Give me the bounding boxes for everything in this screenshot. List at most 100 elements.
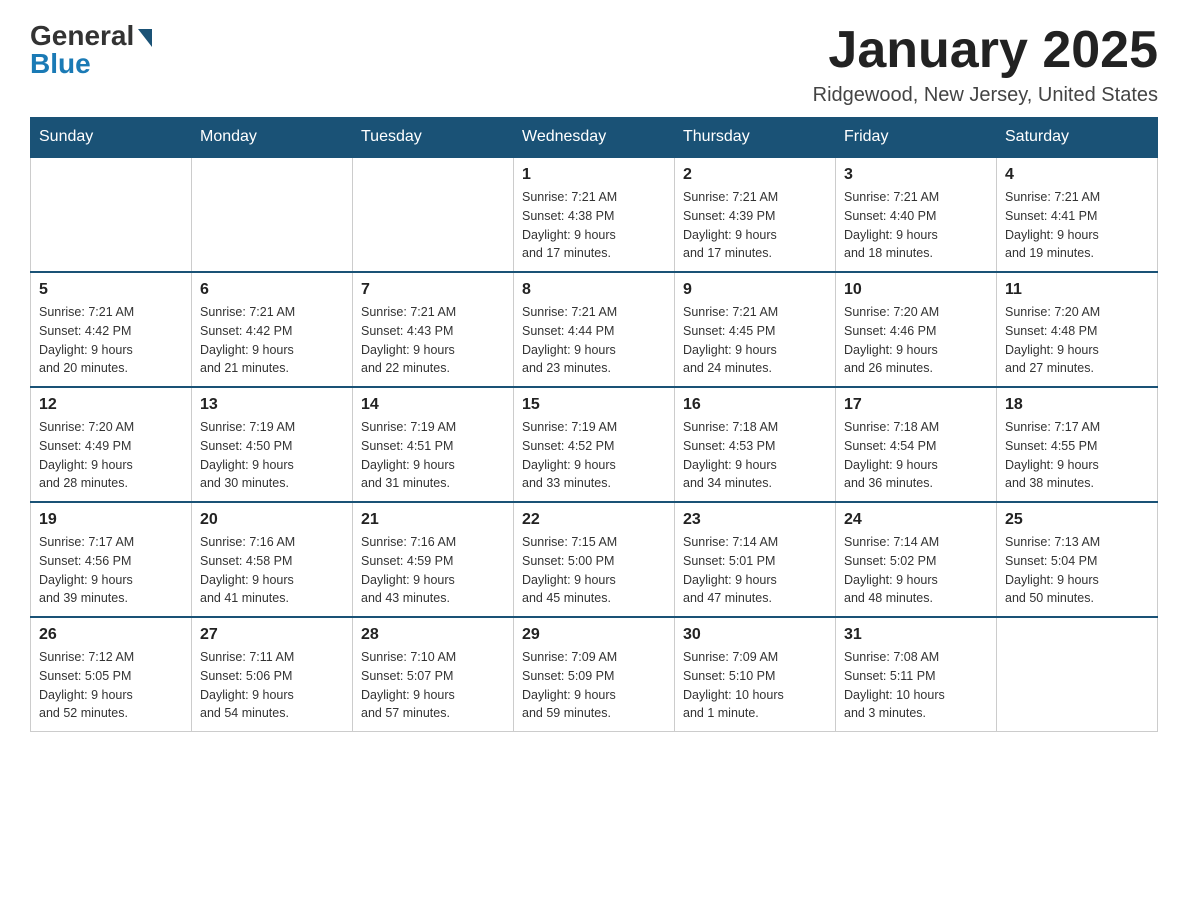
calendar-week-row: 12 Sunrise: 7:20 AM Sunset: 4:49 PM Dayli… — [31, 387, 1158, 502]
calendar-cell — [31, 157, 192, 272]
calendar-cell: 30 Sunrise: 7:09 AM Sunset: 5:10 PM Dayli… — [675, 617, 836, 732]
day-info: Sunrise: 7:11 AM Sunset: 5:06 PM Dayligh… — [200, 648, 344, 723]
day-number: 21 — [361, 511, 505, 529]
day-number: 1 — [522, 166, 666, 184]
calendar-cell: 29 Sunrise: 7:09 AM Sunset: 5:09 PM Dayli… — [514, 617, 675, 732]
day-info: Sunrise: 7:09 AM Sunset: 5:10 PM Dayligh… — [683, 648, 827, 723]
day-number: 12 — [39, 396, 183, 414]
day-info: Sunrise: 7:14 AM Sunset: 5:01 PM Dayligh… — [683, 533, 827, 608]
day-number: 15 — [522, 396, 666, 414]
day-number: 10 — [844, 281, 988, 299]
logo-blue-text: Blue — [30, 48, 91, 80]
day-info: Sunrise: 7:20 AM Sunset: 4:48 PM Dayligh… — [1005, 303, 1149, 378]
calendar-header-tuesday: Tuesday — [353, 118, 514, 158]
day-number: 24 — [844, 511, 988, 529]
calendar-cell — [192, 157, 353, 272]
day-info: Sunrise: 7:19 AM Sunset: 4:52 PM Dayligh… — [522, 418, 666, 493]
day-info: Sunrise: 7:21 AM Sunset: 4:45 PM Dayligh… — [683, 303, 827, 378]
location-text: Ridgewood, New Jersey, United States — [813, 84, 1158, 107]
calendar-cell: 13Sunrise: 7:19 AM Sunset: 4:50 PM Dayli… — [192, 387, 353, 502]
day-info: Sunrise: 7:14 AM Sunset: 5:02 PM Dayligh… — [844, 533, 988, 608]
day-info: Sunrise: 7:21 AM Sunset: 4:44 PM Dayligh… — [522, 303, 666, 378]
day-number: 29 — [522, 626, 666, 644]
calendar-header-sunday: Sunday — [31, 118, 192, 158]
calendar-cell: 11 Sunrise: 7:20 AM Sunset: 4:48 PM Dayli… — [997, 272, 1158, 387]
page-header: General Blue January 2025 Ridgewood, New… — [30, 20, 1158, 107]
calendar-cell: 23 Sunrise: 7:14 AM Sunset: 5:01 PM Dayli… — [675, 502, 836, 617]
day-info: Sunrise: 7:21 AM Sunset: 4:42 PM Dayligh… — [39, 303, 183, 378]
logo: General Blue — [30, 20, 152, 80]
calendar-cell: 4Sunrise: 7:21 AM Sunset: 4:41 PM Daylig… — [997, 157, 1158, 272]
day-number: 6 — [200, 281, 344, 299]
day-info: Sunrise: 7:21 AM Sunset: 4:41 PM Dayligh… — [1005, 188, 1149, 263]
day-info: Sunrise: 7:16 AM Sunset: 4:58 PM Dayligh… — [200, 533, 344, 608]
day-info: Sunrise: 7:20 AM Sunset: 4:49 PM Dayligh… — [39, 418, 183, 493]
calendar-cell: 25 Sunrise: 7:13 AM Sunset: 5:04 PM Dayli… — [997, 502, 1158, 617]
day-info: Sunrise: 7:16 AM Sunset: 4:59 PM Dayligh… — [361, 533, 505, 608]
title-section: January 2025 Ridgewood, New Jersey, Unit… — [813, 20, 1158, 107]
day-info: Sunrise: 7:17 AM Sunset: 4:56 PM Dayligh… — [39, 533, 183, 608]
month-title: January 2025 — [813, 20, 1158, 80]
day-number: 23 — [683, 511, 827, 529]
calendar-cell: 12 Sunrise: 7:20 AM Sunset: 4:49 PM Dayli… — [31, 387, 192, 502]
calendar-week-row: 1 Sunrise: 7:21 AM Sunset: 4:38 PM Daylig… — [31, 157, 1158, 272]
day-info: Sunrise: 7:21 AM Sunset: 4:43 PM Dayligh… — [361, 303, 505, 378]
day-info: Sunrise: 7:21 AM Sunset: 4:42 PM Dayligh… — [200, 303, 344, 378]
calendar-cell: 3 Sunrise: 7:21 AM Sunset: 4:40 PM Daylig… — [836, 157, 997, 272]
day-number: 30 — [683, 626, 827, 644]
day-number: 28 — [361, 626, 505, 644]
day-number: 27 — [200, 626, 344, 644]
calendar-cell: 31Sunrise: 7:08 AM Sunset: 5:11 PM Dayli… — [836, 617, 997, 732]
calendar-header-wednesday: Wednesday — [514, 118, 675, 158]
day-number: 11 — [1005, 281, 1149, 299]
day-info: Sunrise: 7:21 AM Sunset: 4:38 PM Dayligh… — [522, 188, 666, 263]
day-number: 19 — [39, 511, 183, 529]
day-info: Sunrise: 7:20 AM Sunset: 4:46 PM Dayligh… — [844, 303, 988, 378]
day-number: 22 — [522, 511, 666, 529]
calendar-cell — [353, 157, 514, 272]
calendar-cell: 21 Sunrise: 7:16 AM Sunset: 4:59 PM Dayli… — [353, 502, 514, 617]
day-number: 14 — [361, 396, 505, 414]
calendar-cell: 17 Sunrise: 7:18 AM Sunset: 4:54 PM Dayli… — [836, 387, 997, 502]
calendar-header-saturday: Saturday — [997, 118, 1158, 158]
calendar-cell: 14Sunrise: 7:19 AM Sunset: 4:51 PM Dayli… — [353, 387, 514, 502]
day-number: 16 — [683, 396, 827, 414]
day-info: Sunrise: 7:18 AM Sunset: 4:53 PM Dayligh… — [683, 418, 827, 493]
day-number: 31 — [844, 626, 988, 644]
day-number: 20 — [200, 511, 344, 529]
calendar-header-row: SundayMondayTuesdayWednesdayThursdayFrid… — [31, 118, 1158, 158]
day-number: 18 — [1005, 396, 1149, 414]
calendar-cell: 15 Sunrise: 7:19 AM Sunset: 4:52 PM Dayli… — [514, 387, 675, 502]
day-info: Sunrise: 7:21 AM Sunset: 4:40 PM Dayligh… — [844, 188, 988, 263]
calendar-cell: 1 Sunrise: 7:21 AM Sunset: 4:38 PM Daylig… — [514, 157, 675, 272]
calendar-cell: 27 Sunrise: 7:11 AM Sunset: 5:06 PM Dayli… — [192, 617, 353, 732]
calendar-table: SundayMondayTuesdayWednesdayThursdayFrid… — [30, 117, 1158, 732]
calendar-cell: 10 Sunrise: 7:20 AM Sunset: 4:46 PM Dayli… — [836, 272, 997, 387]
day-number: 3 — [844, 166, 988, 184]
day-number: 17 — [844, 396, 988, 414]
day-info: Sunrise: 7:15 AM Sunset: 5:00 PM Dayligh… — [522, 533, 666, 608]
calendar-week-row: 19 Sunrise: 7:17 AM Sunset: 4:56 PM Dayli… — [31, 502, 1158, 617]
calendar-header-friday: Friday — [836, 118, 997, 158]
day-number: 25 — [1005, 511, 1149, 529]
day-info: Sunrise: 7:09 AM Sunset: 5:09 PM Dayligh… — [522, 648, 666, 723]
calendar-cell: 28 Sunrise: 7:10 AM Sunset: 5:07 PM Dayli… — [353, 617, 514, 732]
calendar-cell: 7 Sunrise: 7:21 AM Sunset: 4:43 PM Daylig… — [353, 272, 514, 387]
day-number: 2 — [683, 166, 827, 184]
day-number: 8 — [522, 281, 666, 299]
day-number: 7 — [361, 281, 505, 299]
day-number: 26 — [39, 626, 183, 644]
logo-triangle-icon — [138, 29, 152, 47]
day-info: Sunrise: 7:17 AM Sunset: 4:55 PM Dayligh… — [1005, 418, 1149, 493]
day-number: 9 — [683, 281, 827, 299]
calendar-cell: 2Sunrise: 7:21 AM Sunset: 4:39 PM Daylig… — [675, 157, 836, 272]
calendar-cell: 6 Sunrise: 7:21 AM Sunset: 4:42 PM Daylig… — [192, 272, 353, 387]
day-number: 5 — [39, 281, 183, 299]
day-info: Sunrise: 7:18 AM Sunset: 4:54 PM Dayligh… — [844, 418, 988, 493]
calendar-cell: 18 Sunrise: 7:17 AM Sunset: 4:55 PM Dayli… — [997, 387, 1158, 502]
day-info: Sunrise: 7:13 AM Sunset: 5:04 PM Dayligh… — [1005, 533, 1149, 608]
day-number: 13 — [200, 396, 344, 414]
calendar-cell: 24 Sunrise: 7:14 AM Sunset: 5:02 PM Dayli… — [836, 502, 997, 617]
calendar-header-monday: Monday — [192, 118, 353, 158]
day-info: Sunrise: 7:10 AM Sunset: 5:07 PM Dayligh… — [361, 648, 505, 723]
